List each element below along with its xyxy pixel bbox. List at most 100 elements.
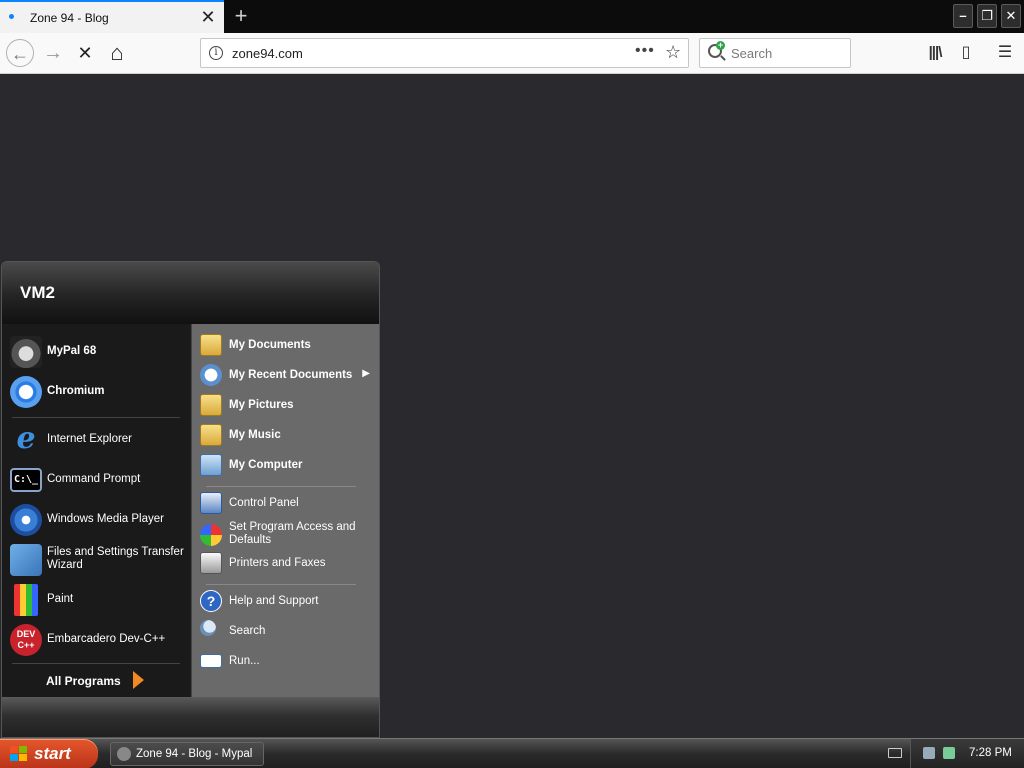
submenu-arrow-icon: ▶ xyxy=(362,368,370,379)
search-box[interactable]: + Search xyxy=(699,38,851,68)
menu-item-my-computer[interactable]: My Computer xyxy=(200,452,374,480)
start-menu-footer xyxy=(2,697,379,737)
clock[interactable]: 7:28 PM xyxy=(969,747,1012,759)
taskbar-item-label: Zone 94 - Blog - Mypal xyxy=(136,748,253,760)
menu-item-label: Paint xyxy=(47,593,74,605)
taskbar: start Zone 94 - Blog - Mypal 7:28 PM xyxy=(0,738,1024,768)
devcpp-icon: DEV C++ xyxy=(10,624,42,656)
home-button[interactable]: ⌂ xyxy=(103,39,131,67)
programs-pane: MyPal 68 Chromium e Internet Explorer C:… xyxy=(2,324,190,697)
menu-item-label: Embarcadero Dev-C++ xyxy=(47,633,166,645)
site-info-icon[interactable]: i xyxy=(209,46,223,60)
menu-item-label: Help and Support xyxy=(229,595,319,607)
minimize-button[interactable]: – xyxy=(953,4,973,28)
internet-explorer-icon: e xyxy=(16,421,36,456)
network-icon[interactable] xyxy=(923,747,935,759)
menu-item-my-recent-documents[interactable]: My Recent Documents ▶ xyxy=(200,362,374,390)
printer-icon xyxy=(200,552,222,574)
close-window-button[interactable]: ✕ xyxy=(1001,4,1021,28)
tab-title: Zone 94 - Blog xyxy=(30,11,109,25)
menu-item-transfer-wizard[interactable]: Files and Settings Transfer Wizard xyxy=(10,542,186,578)
menu-item-program-defaults[interactable]: Set Program Access and Defaults xyxy=(200,520,374,550)
menu-item-paint[interactable]: Paint xyxy=(10,582,186,618)
separator xyxy=(206,584,356,585)
system-tray: 7:28 PM xyxy=(910,739,1024,768)
menu-item-label: Internet Explorer xyxy=(47,433,133,445)
library-icon[interactable]: |||\ xyxy=(925,43,945,63)
separator xyxy=(206,486,356,487)
command-prompt-icon: C:\_ xyxy=(10,468,42,492)
menu-item-media-player[interactable]: Windows Media Player xyxy=(10,502,186,538)
menu-item-label: Set Program Access and Defaults xyxy=(229,521,356,546)
menu-icon[interactable]: ☰ xyxy=(995,43,1015,63)
navigation-toolbar: ← → ✕ ⌂ i zone94.com ••• ☆ + Search |||\… xyxy=(0,33,1024,74)
start-menu-header: VM2 xyxy=(2,262,379,324)
keyboard-icon[interactable] xyxy=(888,748,902,758)
separator xyxy=(12,663,180,664)
new-tab-button[interactable]: + xyxy=(229,2,253,30)
loading-dot-icon xyxy=(9,14,14,19)
menu-item-search[interactable]: Search xyxy=(200,618,374,646)
menu-item-label: My Music xyxy=(229,429,281,441)
menu-item-label: Command Prompt xyxy=(47,473,141,485)
menu-item-printers[interactable]: Printers and Faxes xyxy=(200,550,374,578)
tab-zone94[interactable]: Zone 94 - Blog ✕ xyxy=(0,0,224,33)
user-name: VM2 xyxy=(20,283,55,302)
tab-strip: Zone 94 - Blog ✕ + – ❐ ✕ xyxy=(0,0,1024,33)
places-pane: My Documents My Recent Documents ▶ My Pi… xyxy=(191,324,379,697)
media-player-icon xyxy=(10,504,42,536)
my-computer-icon xyxy=(200,454,222,476)
forward-button[interactable]: → xyxy=(39,39,67,67)
menu-item-my-documents[interactable]: My Documents xyxy=(200,332,374,360)
menu-item-command-prompt[interactable]: C:\_ Command Prompt xyxy=(10,462,186,498)
safely-remove-icon[interactable] xyxy=(943,747,955,759)
menu-item-my-music[interactable]: My Music xyxy=(200,422,374,450)
start-label: start xyxy=(34,744,71,763)
back-button[interactable]: ← xyxy=(6,39,34,67)
url-text[interactable]: zone94.com xyxy=(232,46,303,61)
taskbar-item-mypal[interactable]: Zone 94 - Blog - Mypal xyxy=(110,742,264,766)
menu-item-internet-explorer[interactable]: e Internet Explorer xyxy=(10,422,186,458)
transfer-wizard-icon xyxy=(10,544,42,576)
menu-item-label: My Documents xyxy=(229,339,311,351)
recent-documents-icon xyxy=(200,364,222,386)
separator xyxy=(12,417,180,418)
menu-item-label: Search xyxy=(229,625,266,637)
my-music-icon xyxy=(200,424,222,446)
chromium-icon xyxy=(10,376,42,408)
help-icon: ? xyxy=(200,590,222,612)
menu-item-label: Chromium xyxy=(47,385,105,397)
menu-item-help[interactable]: ? Help and Support xyxy=(200,588,374,616)
mypal-icon xyxy=(117,747,131,761)
menu-item-mypal[interactable]: MyPal 68 xyxy=(10,334,186,370)
bookmark-star-icon[interactable]: ☆ xyxy=(665,42,681,63)
all-programs-button[interactable]: All Programs xyxy=(46,674,121,688)
mypal-icon xyxy=(10,336,42,368)
all-programs-arrow-icon[interactable] xyxy=(133,671,144,689)
windows-flag-icon xyxy=(10,746,27,761)
address-bar[interactable]: i zone94.com ••• ☆ xyxy=(200,38,689,68)
menu-item-label: My Pictures xyxy=(229,399,294,411)
menu-item-run[interactable]: Run... xyxy=(200,648,374,676)
restore-button[interactable]: ❐ xyxy=(977,4,997,28)
search-placeholder[interactable]: Search xyxy=(731,46,772,61)
my-pictures-icon xyxy=(200,394,222,416)
page-actions-icon[interactable]: ••• xyxy=(635,42,655,60)
sidebar-icon[interactable]: ▯ xyxy=(956,43,976,63)
start-button[interactable]: start xyxy=(0,739,98,768)
menu-item-control-panel[interactable]: Control Panel xyxy=(200,490,374,518)
menu-item-label: Files and Settings Transfer Wizard xyxy=(47,546,184,571)
menu-item-label: My Computer xyxy=(229,459,303,471)
run-icon xyxy=(200,654,222,668)
menu-item-label: Windows Media Player xyxy=(47,513,164,525)
my-documents-icon xyxy=(200,334,222,356)
tab-close-button[interactable]: ✕ xyxy=(198,7,218,27)
menu-item-my-pictures[interactable]: My Pictures xyxy=(200,392,374,420)
menu-item-devcpp[interactable]: DEV C++ Embarcadero Dev-C++ xyxy=(10,622,186,658)
control-panel-icon xyxy=(200,492,222,514)
stop-button[interactable]: ✕ xyxy=(71,39,99,67)
search-icon xyxy=(200,620,216,636)
menu-item-chromium[interactable]: Chromium xyxy=(10,374,186,410)
menu-item-label: Printers and Faxes xyxy=(229,557,326,569)
menu-item-label: Run... xyxy=(229,655,260,667)
